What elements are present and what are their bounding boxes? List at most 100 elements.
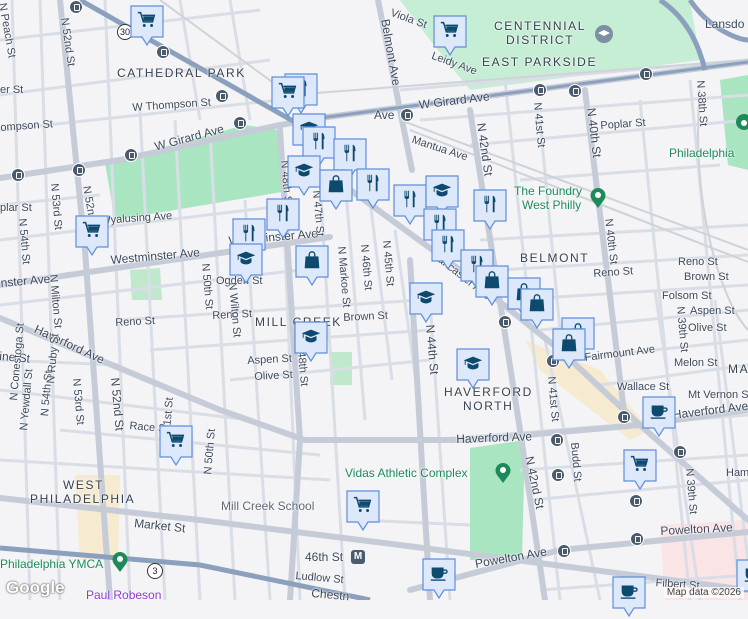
neighborhood-belmont: BELMONT [520, 251, 590, 265]
transit-stop-icon[interactable] [557, 544, 571, 558]
street-label: plar St [0, 202, 32, 214]
transit-stop-icon[interactable] [617, 410, 631, 424]
grocery-marker[interactable] [622, 448, 658, 492]
cafe-marker[interactable] [641, 395, 677, 439]
cafe-marker[interactable] [421, 557, 457, 601]
poi-name: The Foundry [514, 184, 583, 198]
poi-mill-creek-school[interactable]: Mill Creek School [221, 499, 314, 513]
street-label: Wallace St [617, 381, 670, 393]
school-marker[interactable] [286, 154, 322, 198]
transit-stop-icon[interactable] [400, 108, 414, 122]
street-label: Reno St [678, 256, 718, 268]
food-icon [265, 197, 301, 241]
poi-vidas-athletic-complex[interactable]: Vidas Athletic Complex [345, 466, 468, 480]
restaurant-marker[interactable] [472, 188, 508, 232]
station-46th-st[interactable]: 46th St [305, 550, 343, 564]
bag-icon [474, 264, 510, 308]
street-label: Chestn [310, 586, 350, 604]
street-label: Melon St [674, 357, 718, 369]
cart-icon [74, 214, 110, 258]
shopping-marker[interactable] [551, 327, 587, 371]
transit-stop-icon[interactable] [568, 84, 582, 98]
food-icon [355, 167, 391, 211]
school-icon [286, 154, 322, 198]
map-pin-icon[interactable] [589, 187, 607, 209]
metro-icon[interactable]: M [351, 550, 365, 564]
street-label: Olive St [688, 322, 727, 334]
street-label: Lansdo [705, 17, 745, 31]
neighborhood-centennial-district-line1: CENTENNIAL [494, 19, 587, 33]
grocery-marker[interactable] [158, 424, 194, 468]
transit-stop-icon[interactable] [233, 116, 247, 130]
map-pin-icon[interactable] [494, 462, 512, 484]
transit-stop-icon[interactable] [215, 89, 229, 103]
transit-stop-icon[interactable] [550, 433, 564, 447]
school-marker[interactable] [293, 320, 329, 364]
neighborhood-mantua: MA [728, 362, 748, 376]
cart-icon [345, 489, 381, 533]
street-label: Olive St [254, 368, 294, 383]
transit-stop-icon[interactable] [639, 67, 653, 81]
restaurant-marker[interactable] [265, 197, 301, 241]
park-vidas [470, 440, 525, 560]
transit-stop-icon[interactable] [630, 532, 644, 546]
transit-stop-icon[interactable] [673, 445, 687, 459]
shopping-marker[interactable] [294, 244, 330, 288]
transit-stop-icon[interactable] [69, 0, 83, 14]
zoo-paw-icon[interactable] [734, 112, 748, 132]
grocery-marker[interactable] [345, 489, 381, 533]
street-label: Ave [374, 108, 395, 122]
neighborhood-west-philadelphia-line2: PHILADELPHIA [30, 492, 136, 506]
school-icon [228, 242, 264, 286]
bag-icon [294, 244, 330, 288]
transit-stop-icon[interactable] [629, 494, 643, 508]
school-icon [408, 281, 444, 325]
street-label: Aspen St [690, 305, 735, 317]
bag-icon [551, 327, 587, 371]
restaurant-marker[interactable] [355, 167, 391, 211]
cart-icon [432, 14, 468, 58]
shopping-marker[interactable] [474, 264, 510, 308]
neighborhood-centennial-district-line2: DISTRICT [506, 33, 575, 47]
poi-philadelphia-zoo[interactable]: Philadelphia [669, 146, 734, 160]
school-pin-icon[interactable] [594, 24, 614, 46]
bag-icon [318, 168, 354, 212]
map-attribution[interactable]: Map data ©2026 [663, 587, 744, 598]
cafe-marker[interactable] [611, 575, 647, 619]
transit-stop-icon[interactable] [533, 83, 547, 97]
neighborhood-cathedral-park: CATHEDRAL PARK [117, 66, 246, 80]
coffee-icon [641, 395, 677, 439]
poi-the-foundry[interactable]: The Foundry West Philly [514, 184, 582, 212]
bag-icon [519, 287, 555, 331]
street-label: Folsom St [662, 290, 712, 302]
grocery-marker[interactable] [74, 214, 110, 258]
grocery-marker[interactable] [432, 14, 468, 58]
park-small [130, 268, 162, 300]
school-icon [455, 347, 491, 391]
map-pin-icon[interactable] [111, 551, 129, 573]
transit-stop-icon[interactable] [124, 148, 138, 162]
cart-icon [622, 448, 658, 492]
street-label: Brown St [343, 309, 389, 324]
street-label: Ham [726, 467, 748, 479]
school-marker[interactable] [228, 242, 264, 286]
street-label: Brown St [684, 271, 729, 283]
street-label: Aspen St [247, 352, 293, 367]
school-marker[interactable] [455, 347, 491, 391]
transit-stop-icon[interactable] [11, 168, 25, 182]
shopping-marker[interactable] [318, 168, 354, 212]
grocery-marker[interactable] [129, 4, 165, 48]
street-label: Reno St [115, 314, 156, 329]
neighborhood-haverford-north-line2: NORTH [463, 399, 514, 413]
shopping-marker[interactable] [519, 287, 555, 331]
neighborhood-west-philadelphia-line1: WEST [63, 478, 105, 492]
cart-icon [158, 424, 194, 468]
transit-stop-icon[interactable] [72, 163, 86, 177]
street-label: Haverford Ave [456, 429, 533, 446]
transit-stop-icon[interactable] [551, 468, 565, 482]
coffee-icon [421, 557, 457, 601]
poi-philadelphia-ymca[interactable]: Philadelphia YMCA [0, 557, 103, 571]
school-icon [293, 320, 329, 364]
neighborhood-east-parkside: EAST PARKSIDE [482, 55, 598, 69]
school-marker[interactable] [408, 281, 444, 325]
